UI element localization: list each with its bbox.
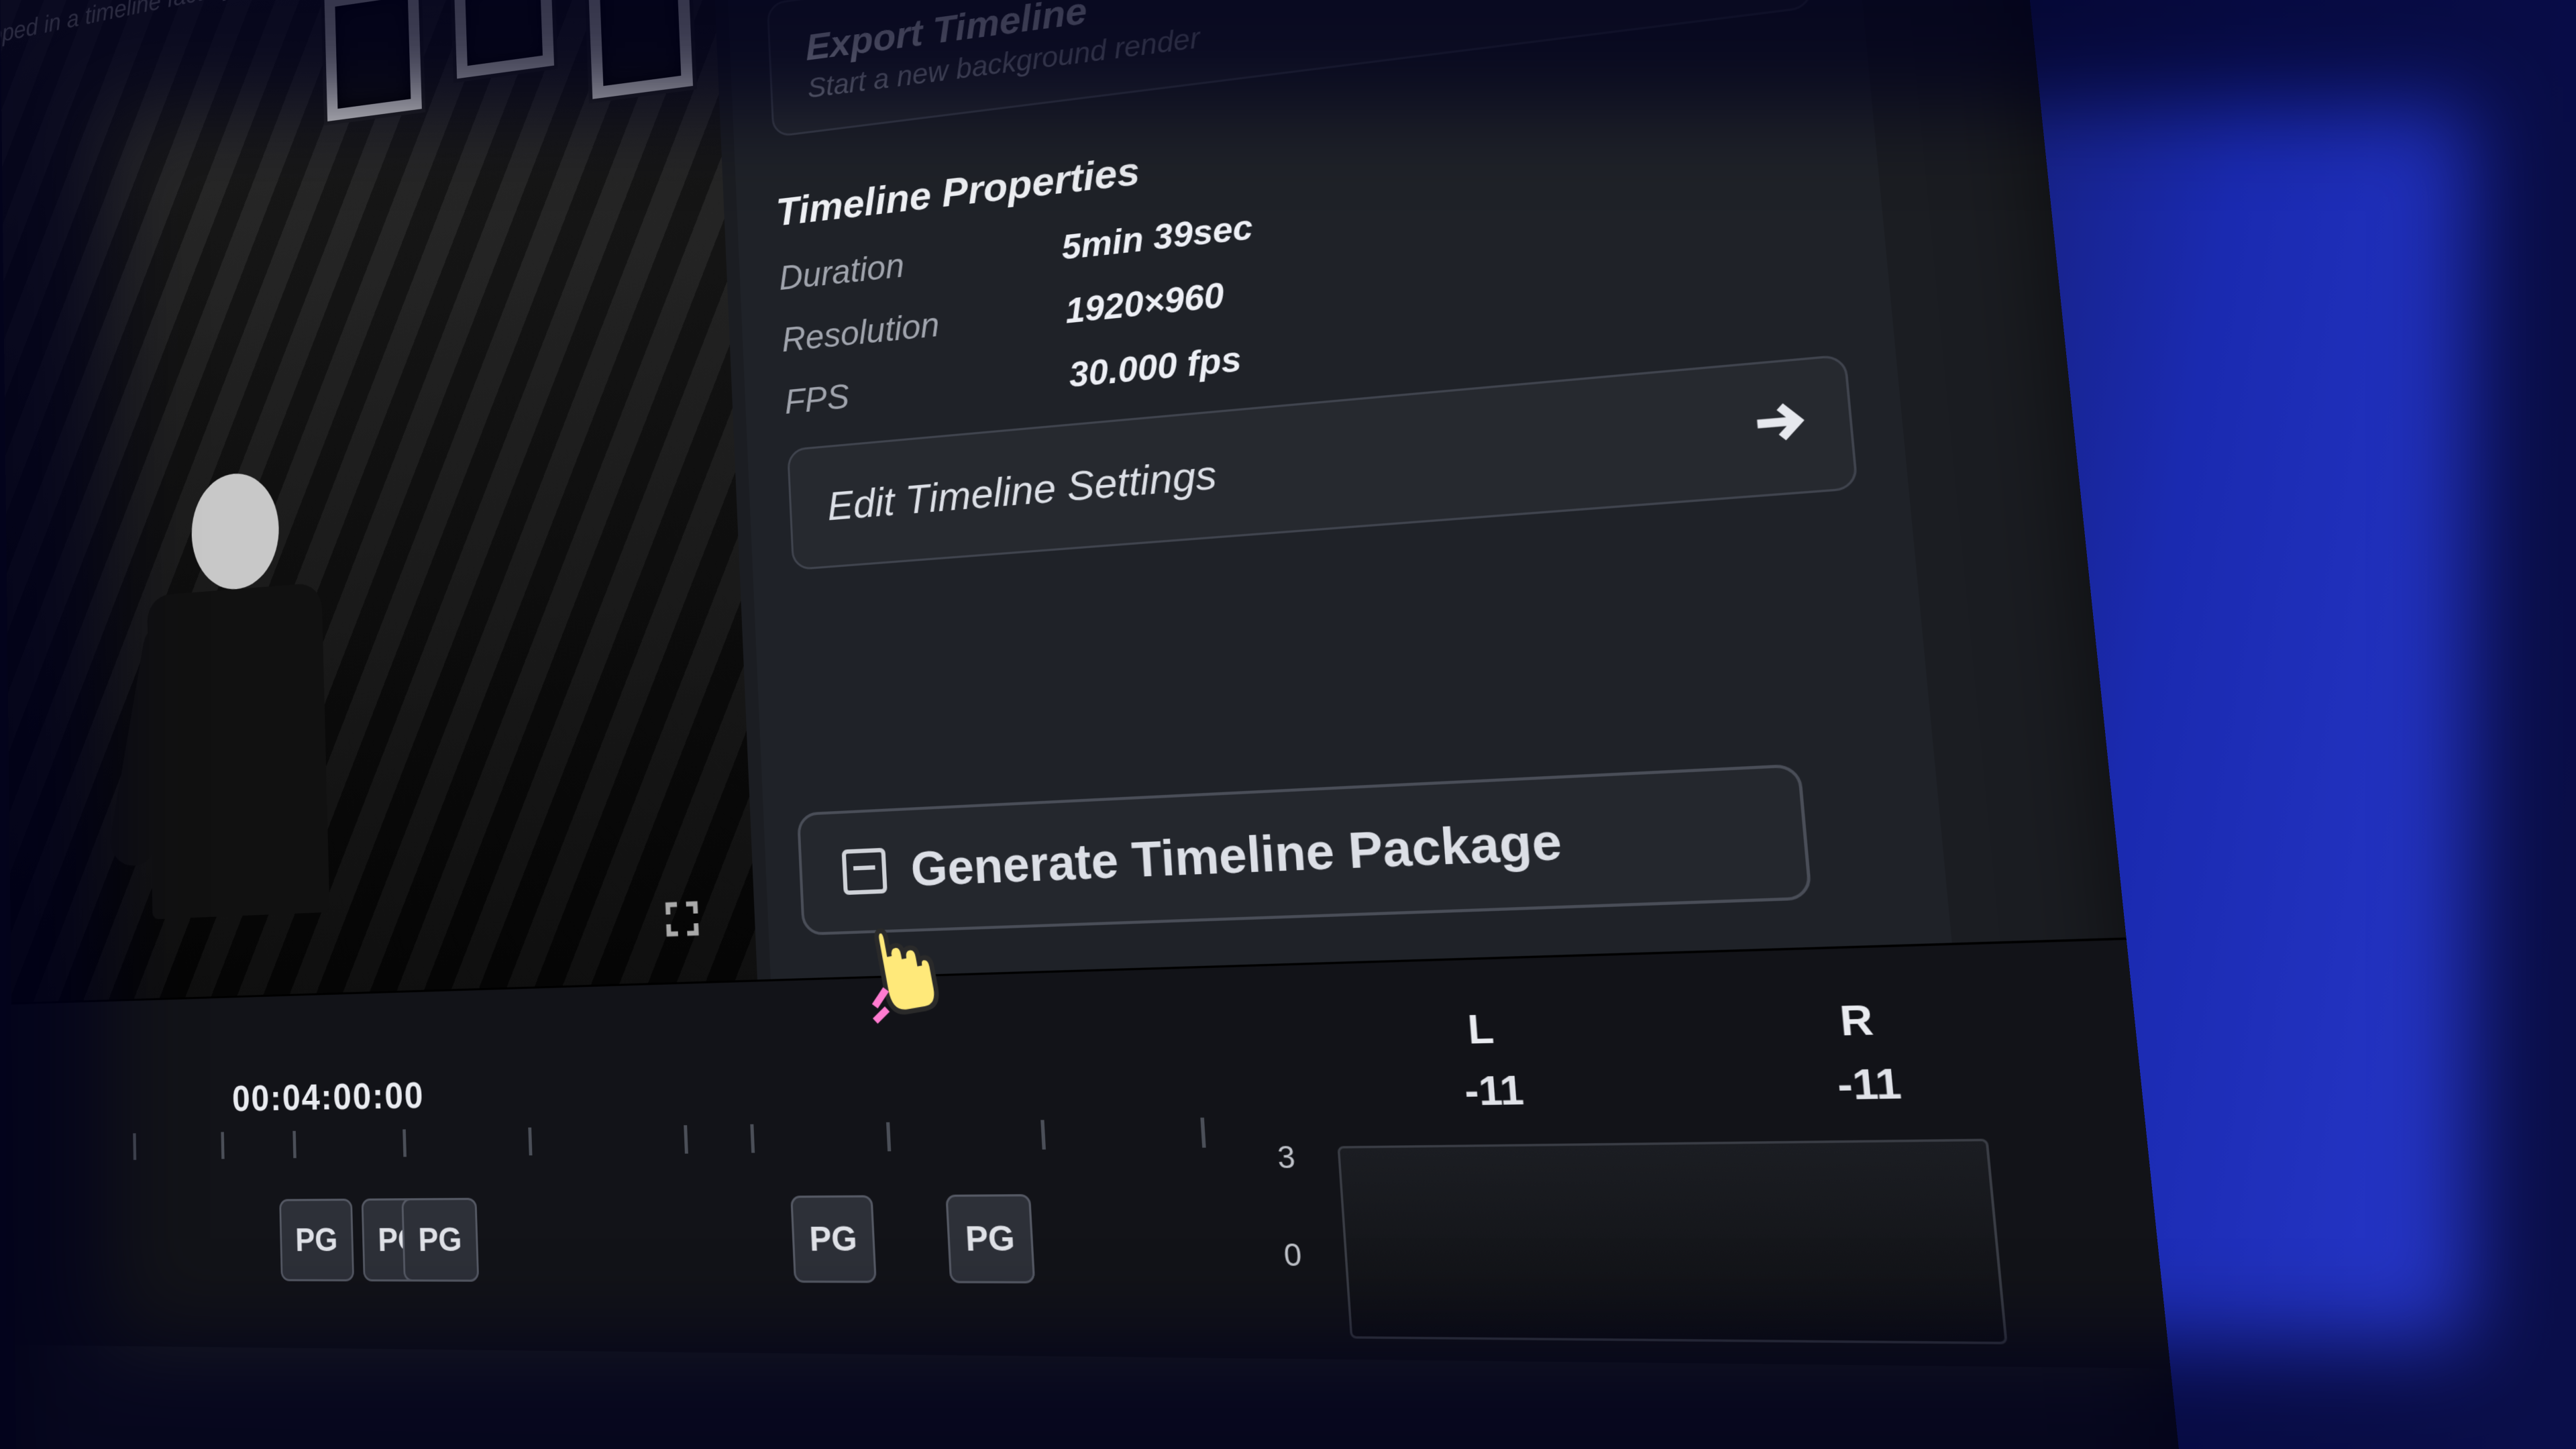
timecode-display: 00:04:00:00: [231, 1074, 425, 1120]
edit-settings-label: Edit Timeline Settings: [826, 450, 1218, 529]
audio-scale-tick: 0: [1283, 1236, 1303, 1273]
expand-icon: [663, 899, 701, 939]
expand-preview-button[interactable]: [648, 883, 716, 955]
audio-scale-tick: 3: [1277, 1139, 1297, 1176]
ruler-tick: [133, 1133, 136, 1160]
timeline-ruler[interactable]: [70, 1118, 1211, 1174]
generate-timeline-package-button[interactable]: Generate Timeline Package: [797, 763, 1813, 935]
timeline-panel: 00:04:00:00 L R -11 -11 3 0 PGPGPGPGPG: [11, 937, 2171, 1368]
ruler-tick: [402, 1129, 407, 1157]
ruler-tick: [1040, 1120, 1046, 1149]
bg-person-silhouette: [87, 369, 402, 922]
generate-label: Generate Timeline Package: [910, 812, 1564, 898]
ruler-tick: [684, 1125, 688, 1153]
package-icon: [842, 848, 888, 895]
inspector-panel: Unlocked Timeline Exports Export Timelin…: [722, 0, 1951, 979]
timeline-marker[interactable]: PG: [279, 1199, 354, 1281]
audio-scale: 3 0: [1277, 1139, 1303, 1273]
resolution-label: Resolution: [781, 291, 1067, 360]
audio-right-value: -11: [1835, 1059, 1904, 1110]
ruler-tick: [292, 1131, 296, 1159]
ruler-tick: [528, 1128, 532, 1156]
timeline-marker[interactable]: PG: [945, 1194, 1035, 1283]
ruler-tick: [1200, 1118, 1205, 1148]
audio-meter-panel: L R -11 -11 3 0: [1237, 968, 2035, 1353]
ruler-tick: [750, 1124, 755, 1153]
timeline-marker[interactable]: PG: [790, 1195, 877, 1283]
audio-left-label: L: [1466, 1006, 1496, 1054]
duration-label: Duration: [778, 228, 1063, 299]
arrow-right-icon: [1746, 394, 1808, 462]
timeline-marker[interactable]: PG: [401, 1198, 479, 1282]
ruler-tick: [221, 1132, 224, 1159]
audio-meter-grid: [1338, 1138, 2008, 1344]
ruler-tick: [886, 1122, 891, 1151]
audio-right-label: R: [1838, 996, 1876, 1046]
audio-left-value: -11: [1463, 1067, 1525, 1116]
preview-panel: …pped in a timeline factory!: [0, 0, 757, 1003]
fps-label: FPS: [784, 355, 1070, 422]
